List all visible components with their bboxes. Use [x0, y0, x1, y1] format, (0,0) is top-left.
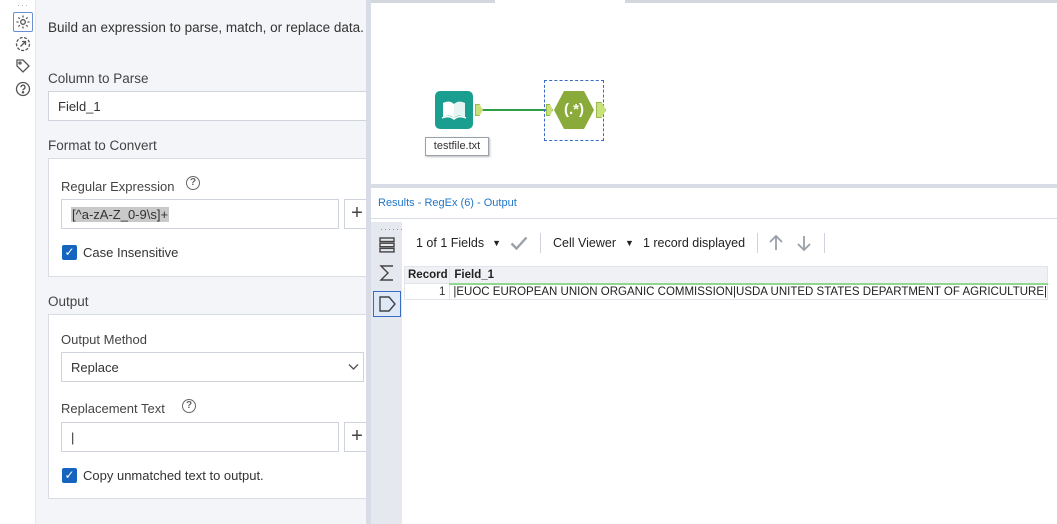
arrow-up-icon[interactable]: [768, 234, 784, 252]
input-data-tool[interactable]: [435, 91, 473, 129]
tool-icon-bar: ···: [0, 0, 36, 524]
toolbar-divider: [757, 233, 759, 253]
column-to-parse-label: Column to Parse: [48, 71, 149, 86]
copy-unmatched-label: Copy unmatched text to output.: [83, 468, 264, 483]
tool-description: Build an expression to parse, match, or …: [48, 20, 364, 35]
data-tag-icon: [379, 296, 396, 312]
canvas-tab[interactable]: [371, 0, 495, 3]
arrow-down-icon[interactable]: [796, 234, 812, 252]
canvas-tab-strip: [625, 0, 1057, 3]
column-header-field-1[interactable]: Field_1: [449, 266, 1048, 285]
replacement-text-input[interactable]: |: [61, 422, 339, 452]
results-divider: [371, 218, 1057, 219]
copy-unmatched-checkbox[interactable]: ✓: [62, 468, 77, 483]
rows-view-icon[interactable]: [378, 236, 396, 254]
metadata-sigma-icon[interactable]: [378, 264, 396, 282]
replacement-text-label: Replacement Text: [61, 401, 165, 416]
cell-viewer-dropdown-icon[interactable]: ▼: [625, 238, 634, 248]
grid-header-row: Record Field_1: [403, 266, 1048, 285]
annotation-icon[interactable]: [14, 35, 32, 53]
output-box: Output Method Replace Replacement Text ?…: [48, 314, 370, 499]
column-to-parse-value: Field_1: [58, 98, 101, 114]
configuration-panel: Build an expression to parse, match, or …: [36, 0, 370, 524]
connection-line[interactable]: [483, 109, 546, 111]
regex-output-anchor[interactable]: [596, 102, 606, 118]
drag-handle[interactable]: ···: [17, 0, 29, 10]
replacement-text-value: |: [71, 429, 75, 445]
cell-viewer-selector[interactable]: Cell Viewer: [553, 236, 616, 250]
chevron-down-icon: [348, 364, 359, 370]
help-icon[interactable]: [14, 80, 32, 98]
column-to-parse-select[interactable]: Field_1: [48, 91, 366, 121]
record-number-cell[interactable]: 1: [403, 283, 451, 300]
regex-label: Regular Expression: [61, 179, 175, 194]
results-toolbar: 1 of 1 Fields ▼ Cell Viewer ▼ 1 record d…: [404, 224, 1057, 262]
regex-input[interactable]: [^a-zA-Z_0-9\s]+: [61, 199, 339, 229]
workflow-canvas[interactable]: testfile.txt (.*): [371, 0, 1057, 184]
results-title: Results - RegEx (6) - Output: [378, 197, 517, 209]
regex-value: [^a-zA-Z_0-9\s]+: [71, 206, 170, 222]
data-view-button[interactable]: [373, 291, 401, 317]
case-insensitive-label: Case Insensitive: [83, 245, 179, 260]
tag-icon[interactable]: [14, 57, 32, 75]
format-to-convert-label: Format to Convert: [48, 138, 157, 153]
records-displayed: 1 record displayed: [642, 236, 746, 250]
regex-help-icon[interactable]: ?: [186, 176, 200, 190]
table-row[interactable]: 1 |EUOC EUROPEAN UNION ORGANIC COMMISSIO…: [403, 283, 1048, 300]
book-icon: [441, 101, 467, 120]
output-section-label: Output: [48, 294, 89, 309]
results-side-toolbar: ······: [371, 222, 404, 524]
toolbar-divider: [540, 233, 542, 253]
case-insensitive-checkbox[interactable]: ✓: [62, 245, 77, 260]
results-grid: Record Field_1 1 |EUOC EUROPEAN UNION OR…: [403, 266, 1048, 300]
replacement-text-help-icon[interactable]: ?: [182, 399, 196, 413]
output-method-select[interactable]: Replace: [61, 352, 364, 382]
field-1-cell[interactable]: |EUOC EUROPEAN UNION ORGANIC COMMISSION|…: [449, 283, 1048, 300]
column-header-record[interactable]: Record: [403, 266, 451, 284]
configuration-gear-icon[interactable]: [13, 12, 33, 32]
toolbar-divider: [824, 233, 826, 253]
results-panel: Results - RegEx (6) - Output ······ 1 of…: [371, 188, 1057, 524]
side-drag-handle[interactable]: ······: [380, 224, 404, 234]
fields-dropdown-icon[interactable]: ▼: [492, 238, 501, 248]
output-method-value: Replace: [71, 359, 119, 375]
regex-box: Regular Expression ? [^a-zA-Z_0-9\s]+ + …: [48, 158, 370, 277]
output-method-label: Output Method: [61, 332, 147, 347]
input-tool-label: testfile.txt: [425, 137, 489, 156]
checkmark-icon[interactable]: [510, 236, 528, 250]
input-output-anchor[interactable]: [475, 104, 483, 116]
fields-selector[interactable]: 1 of 1 Fields: [416, 236, 484, 250]
